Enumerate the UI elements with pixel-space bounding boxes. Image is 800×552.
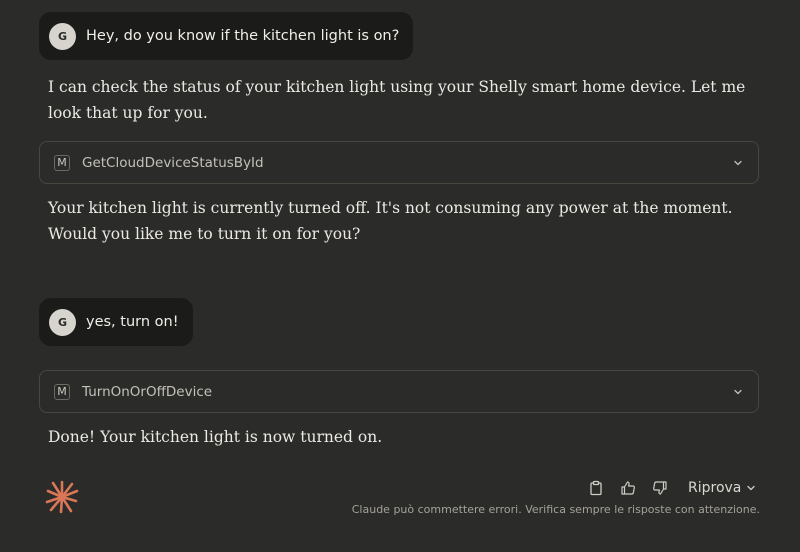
assistant-message-text: Your kitchen light is currently turned o… bbox=[48, 199, 733, 243]
user-message: G yes, turn on! bbox=[39, 298, 193, 346]
tool-call-expander[interactable]: M TurnOnOrOffDevice bbox=[39, 370, 759, 413]
tool-call-name: GetCloudDeviceStatusById bbox=[82, 154, 264, 171]
retry-label: Riprova bbox=[688, 480, 742, 496]
chevron-down-icon bbox=[734, 389, 742, 394]
user-avatar: G bbox=[49, 308, 76, 336]
claude-sparkle-icon bbox=[45, 480, 79, 514]
tool-m-icon: M bbox=[54, 154, 70, 171]
tool-call-name: TurnOnOrOffDevice bbox=[82, 383, 213, 400]
user-message-text: yes, turn on! bbox=[86, 314, 179, 330]
thumbs-up-button[interactable] bbox=[618, 478, 638, 498]
chevron-down-icon bbox=[747, 485, 756, 491]
copy-button[interactable] bbox=[586, 478, 606, 498]
user-message: G Hey, do you know if the kitchen light … bbox=[39, 12, 414, 60]
user-avatar: G bbox=[49, 22, 76, 50]
chevron-down-icon bbox=[734, 160, 742, 165]
assistant-message-text: I can check the status of your kitchen l… bbox=[48, 78, 746, 122]
disclaimer-text: Claude può commettere errori. Verifica s… bbox=[351, 503, 760, 516]
thumbs-up-icon bbox=[621, 481, 635, 495]
thumbs-down-button[interactable] bbox=[650, 478, 670, 498]
retry-button[interactable]: Riprova bbox=[688, 480, 757, 496]
tool-m-icon: M bbox=[54, 383, 70, 400]
user-message-text: Hey, do you know if the kitchen light is… bbox=[86, 28, 400, 44]
assistant-message-text: Done! Your kitchen light is now turned o… bbox=[48, 428, 383, 446]
tool-call-expander[interactable]: M GetCloudDeviceStatusById bbox=[39, 141, 759, 184]
message-actions: Riprova bbox=[586, 478, 757, 498]
thumbs-down-icon bbox=[653, 481, 667, 495]
copy-icon bbox=[590, 480, 602, 496]
